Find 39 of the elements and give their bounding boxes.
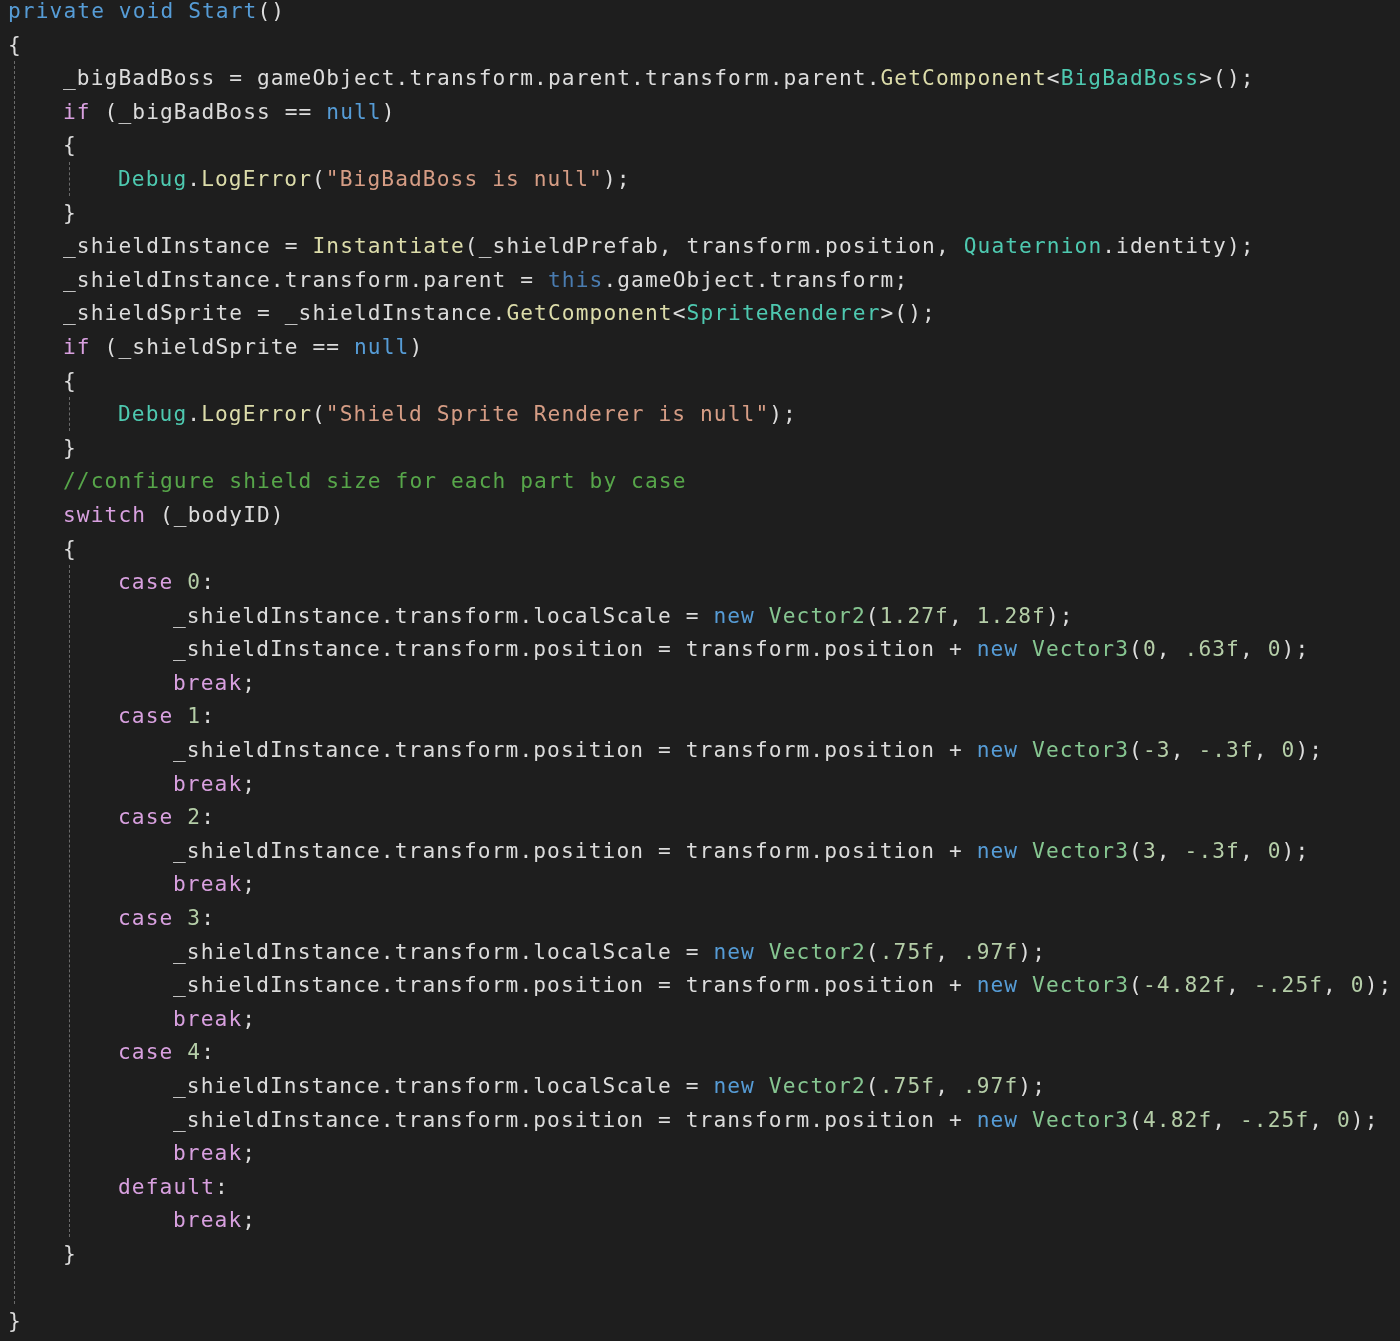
code-line: _shieldInstance.transform.localScale = new Vector2(.75f, .97f); (173, 937, 1046, 966)
code-line: case 4: (118, 1038, 215, 1067)
code-line: break; (173, 668, 257, 697)
code-line: { (8, 30, 22, 59)
code-line: { (63, 366, 77, 395)
code-line: break; (173, 870, 257, 899)
code-line: } (8, 1307, 22, 1336)
code-line: break; (173, 1004, 257, 1033)
code-line: private void Start() (8, 0, 286, 25)
code-line: _shieldInstance.transform.parent = this.gameObject.transform; (63, 265, 909, 294)
code-line: { (63, 131, 77, 160)
code-line: Debug.LogError("Shield Sprite Renderer is null"); (118, 400, 797, 429)
code-line: _shieldInstance.transform.position = transform.position + new Vector3(4.82f, -.25f, 0); (173, 1105, 1379, 1134)
code-line: case 0: (118, 568, 215, 597)
code-line: _bigBadBoss = gameObject.transform.parent.transform.parent.GetComponent<BigBadBoss>(); (63, 64, 1255, 93)
code-line: case 2: (118, 803, 215, 832)
code-line: default: (118, 1172, 229, 1201)
code-line: if (_bigBadBoss == null) (63, 97, 396, 126)
code-line: case 3: (118, 904, 215, 933)
code-line: _shieldInstance = Instantiate(_shieldPrefab, transform.position, Quaternion.identity); (63, 232, 1255, 261)
code-line: switch (_bodyID) (63, 500, 285, 529)
code-line: case 1: (118, 702, 215, 731)
code-line: _shieldInstance.transform.position = transform.position + new Vector3(-3, -.3f, 0); (173, 736, 1324, 765)
code-line: } (63, 433, 77, 462)
code-line: _shieldInstance.transform.localScale = new Vector2(1.27f, 1.28f); (173, 601, 1074, 630)
code-line: //configure shield size for each part by case (63, 467, 687, 496)
code-line: _shieldInstance.transform.position = transform.position + new Vector3(-4.82f, -.25f, 0); (173, 971, 1393, 1000)
code-line: } (63, 1239, 77, 1268)
code-line: break; (173, 769, 257, 798)
code-line: { (63, 534, 77, 563)
code-line: _shieldInstance.transform.localScale = new Vector2(.75f, .97f); (173, 1072, 1046, 1100)
code-line: } (63, 198, 77, 227)
code-line: Debug.LogError("BigBadBoss is null"); (118, 164, 631, 193)
code-line: break; (173, 1206, 257, 1235)
code-line: if (_shieldSprite == null) (63, 332, 424, 361)
code-line: _shieldInstance.transform.position = transform.position + new Vector3(3, -.3f, 0); (173, 836, 1310, 865)
code-line: break; (173, 1139, 257, 1168)
code-line: _shieldInstance.transform.position = transform.position + new Vector3(0, .63f, 0); (173, 635, 1310, 664)
code-line: _shieldSprite = _shieldInstance.GetComponent<SpriteRenderer>(); (63, 299, 936, 328)
